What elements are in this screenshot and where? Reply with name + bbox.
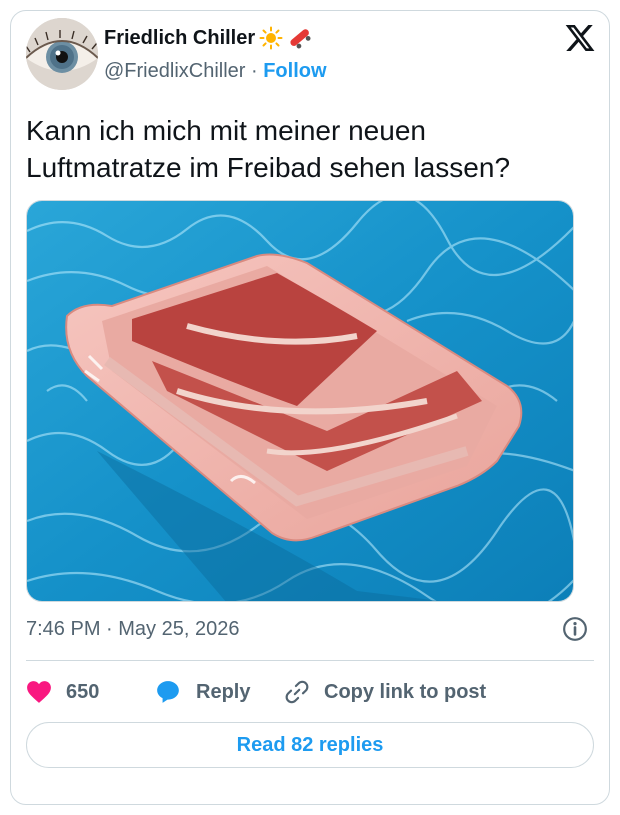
author-name[interactable]: Friedlich Chiller: [104, 27, 255, 50]
separator: ·: [251, 60, 264, 82]
tweet-text-line: Luftmatratze im Freibad sehen lassen?: [26, 152, 511, 183]
author-name-row: Friedlich Chiller: [104, 26, 313, 50]
separator: ·: [106, 618, 119, 640]
bacon-air-mattress-image: [27, 201, 573, 601]
post-date[interactable]: May 25, 2026: [118, 618, 239, 640]
x-logo-icon[interactable]: [564, 22, 596, 54]
action-bar: 650 Reply Copy link to post: [26, 675, 486, 709]
skateboard-icon: [287, 26, 313, 50]
reply-label: Reply: [196, 680, 251, 703]
tweet-text-line: Kann ich mich mit meiner neuen: [26, 115, 426, 146]
read-replies-button[interactable]: Read 82 replies: [26, 722, 594, 768]
heart-icon: [27, 681, 51, 703]
author-handle[interactable]: @FriedlixChiller: [104, 60, 245, 82]
eye-avatar-image: [26, 18, 98, 90]
copy-link-button[interactable]: Copy link to post: [284, 679, 486, 705]
tweet-image[interactable]: [26, 200, 574, 602]
tweet-text: Kann ich mich mit meiner neuen Luftmatra…: [26, 112, 576, 186]
like-count: 650: [66, 680, 100, 703]
avatar[interactable]: [26, 18, 98, 90]
timestamp-row: 7:46 PM · May 25, 2026: [26, 618, 239, 641]
follow-button[interactable]: Follow: [263, 60, 326, 82]
reply-button[interactable]: Reply: [154, 679, 284, 705]
copy-link-label: Copy link to post: [324, 680, 487, 703]
handle-row: @FriedlixChiller · Follow: [104, 60, 327, 83]
link-icon: [285, 680, 309, 704]
like-button[interactable]: 650: [26, 680, 118, 704]
divider: [26, 660, 594, 661]
speech-bubble-icon: [157, 681, 179, 703]
read-replies-label: Read 82 replies: [236, 733, 384, 756]
post-time[interactable]: 7:46 PM: [26, 618, 100, 640]
sun-icon: [259, 26, 283, 50]
info-icon[interactable]: [562, 616, 588, 642]
